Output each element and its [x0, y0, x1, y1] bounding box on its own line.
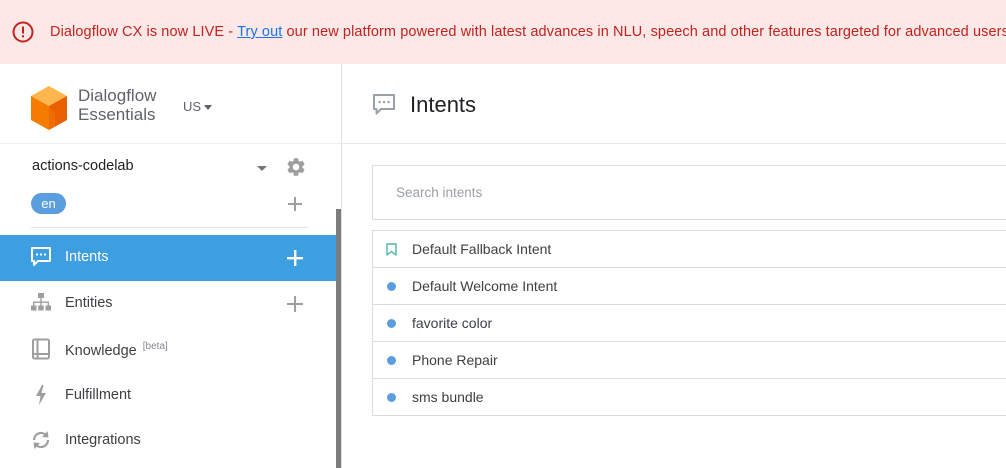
intent-list: Default Fallback Intent Default Welcome … [372, 230, 1006, 416]
bookmark-icon[interactable] [386, 243, 397, 261]
language-chip[interactable]: en [31, 193, 66, 214]
banner-suffix: our new platform powered with latest adv… [282, 24, 1006, 40]
sidebar-scrollbar[interactable] [336, 209, 341, 468]
sidebar-item-intents[interactable]: Intents [0, 235, 336, 281]
sidebar-item-label: Intents [65, 249, 109, 265]
list-item[interactable]: Default Welcome Intent [373, 268, 1006, 305]
chat-bubble-icon [30, 246, 52, 268]
region-selector[interactable]: US [183, 99, 213, 114]
knowledge-label: Knowledge [65, 342, 137, 359]
sidebar: Dialogflow Essentials US actions-codelab… [0, 64, 342, 468]
brand-line-2: Essentials [78, 105, 156, 124]
alert-circle-icon [12, 21, 34, 43]
search-box [372, 165, 1006, 220]
sidebar-item-fulfillment[interactable]: Fulfillment [0, 373, 336, 419]
sidebar-item-integrations[interactable]: Integrations [0, 418, 336, 464]
list-item[interactable]: sms bundle [373, 379, 1006, 416]
beta-badge: [beta] [142, 341, 168, 352]
sidebar-item-label: Integrations [65, 432, 141, 448]
intent-status-dot [387, 393, 396, 402]
intent-name: sms bundle [412, 389, 484, 405]
page-title: Intents [410, 92, 477, 117]
intent-status-dot [387, 282, 396, 291]
sync-icon [30, 429, 52, 451]
main-header: Intents [342, 64, 1006, 144]
intent-name: Default Welcome Intent [412, 278, 558, 294]
banner-text: Dialogflow CX is now LIVE - Try out our … [50, 24, 1006, 40]
add-intent-icon[interactable] [287, 250, 303, 266]
intent-name: Phone Repair [412, 352, 498, 368]
list-item[interactable]: Default Fallback Intent [373, 231, 1006, 268]
sidebar-item-entities[interactable]: Entities [0, 281, 336, 327]
chat-bubble-icon [372, 93, 396, 122]
intent-name: favorite color [412, 315, 493, 331]
add-language-icon[interactable] [288, 197, 302, 211]
sidebar-item-knowledge[interactable]: Knowledge [beta] [0, 327, 336, 373]
intent-status-dot [387, 356, 396, 365]
brand-name: Dialogflow Essentials [78, 86, 156, 124]
region-label: US [183, 99, 202, 114]
sidebar-divider [31, 227, 308, 228]
sidebar-item-label: Fulfillment [65, 387, 132, 403]
intent-status-dot [387, 319, 396, 328]
bolt-icon [30, 384, 52, 406]
banner-prefix: Dialogflow CX is now LIVE - [50, 24, 238, 40]
dialogflow-logo-icon[interactable] [29, 84, 69, 137]
gear-icon[interactable] [285, 156, 307, 183]
list-item[interactable]: favorite color [373, 305, 1006, 342]
agent-dropdown-icon[interactable] [257, 166, 267, 171]
add-entity-icon[interactable] [287, 296, 303, 312]
chevron-down-icon [204, 104, 213, 110]
sidebar-item-label: Entities [65, 295, 113, 311]
brand-header: Dialogflow Essentials US [0, 64, 342, 144]
main-content: Intents Default Fallback Intent Default … [342, 64, 1006, 468]
search-input[interactable] [373, 166, 1006, 219]
agent-name[interactable]: actions-codelab [32, 158, 134, 174]
sidebar-item-label: Knowledge [beta] [65, 341, 168, 359]
announcement-banner: Dialogflow CX is now LIVE - Try out our … [0, 0, 1006, 64]
intent-name: Default Fallback Intent [412, 241, 552, 257]
book-icon [30, 338, 52, 360]
hierarchy-icon [30, 292, 52, 314]
list-item[interactable]: Phone Repair [373, 342, 1006, 379]
try-out-link[interactable]: Try out [237, 24, 282, 40]
brand-line-1: Dialogflow [78, 86, 157, 105]
